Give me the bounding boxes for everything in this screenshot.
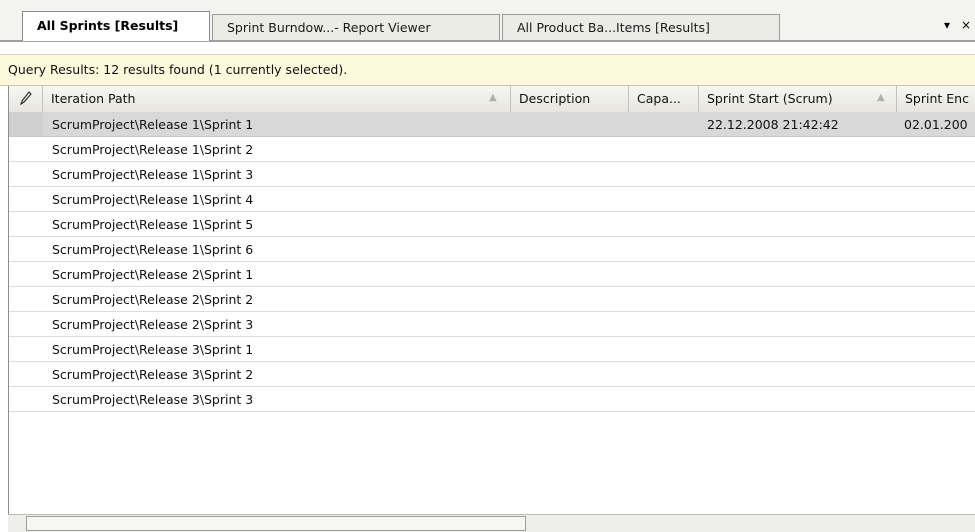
iteration-path-cell: ScrumProject\Release 2\Sprint 2 xyxy=(52,292,254,307)
iteration-path-cell: ScrumProject\Release 1\Sprint 2 xyxy=(52,142,254,157)
iteration-path-cell: ScrumProject\Release 3\Sprint 3 xyxy=(52,392,254,407)
iteration-path-cell: ScrumProject\Release 1\Sprint 5 xyxy=(52,217,254,232)
tab-label: All Sprints [Results] xyxy=(37,18,179,33)
row-selector[interactable] xyxy=(9,237,43,261)
sprint-end-cell: 02.01.200 xyxy=(904,117,968,132)
sprint-start-cell: 22.12.2008 21:42:42 xyxy=(707,117,839,132)
iteration-path-cell: ScrumProject\Release 1\Sprint 4 xyxy=(52,192,254,207)
query-status-bar: Query Results: 12 results found (1 curre… xyxy=(0,54,975,86)
iteration-path-cell: ScrumProject\Release 1\Sprint 6 xyxy=(52,242,254,257)
sort-ascending-icon: ▲ xyxy=(489,92,497,103)
query-results-grid[interactable]: Iteration Path ▲ Description Capa... Spr… xyxy=(8,86,975,514)
column-header-description[interactable]: Description xyxy=(511,86,629,112)
column-header-iteration-path[interactable]: Iteration Path ▲ xyxy=(43,86,511,112)
table-row[interactable]: ScrumProject\Release 1\Sprint 5 xyxy=(9,212,975,237)
column-header-label: Iteration Path xyxy=(51,91,136,106)
tab-label: All Product Ba...Items [Results] xyxy=(517,20,710,35)
column-header-sprint-start[interactable]: Sprint Start (Scrum) ▲ xyxy=(699,86,897,112)
row-selector[interactable] xyxy=(9,287,43,311)
row-selector[interactable] xyxy=(9,112,43,136)
table-row[interactable]: ScrumProject\Release 2\Sprint 2 xyxy=(9,287,975,312)
table-row[interactable]: ScrumProject\Release 2\Sprint 1 xyxy=(9,262,975,287)
iteration-path-cell: ScrumProject\Release 1\Sprint 1 xyxy=(52,117,254,132)
pencil-icon xyxy=(19,91,32,106)
row-selector[interactable] xyxy=(9,337,43,361)
table-row[interactable]: ScrumProject\Release 2\Sprint 3 xyxy=(9,312,975,337)
grid-header: Iteration Path ▲ Description Capa... Spr… xyxy=(9,86,975,113)
iteration-path-cell: ScrumProject\Release 3\Sprint 1 xyxy=(52,342,254,357)
iteration-path-cell: ScrumProject\Release 1\Sprint 3 xyxy=(52,167,254,182)
tab-dropdown-icon[interactable]: ▾ xyxy=(944,18,950,32)
row-selector[interactable] xyxy=(9,387,43,411)
iteration-path-cell: ScrumProject\Release 2\Sprint 1 xyxy=(52,267,254,282)
table-row[interactable]: ScrumProject\Release 1\Sprint 3 xyxy=(9,162,975,187)
close-icon[interactable]: × xyxy=(961,18,971,32)
column-header-sprint-end[interactable]: Sprint Enc xyxy=(897,86,975,112)
tab-all-product-backlog-items-results[interactable]: All Product Ba...Items [Results] xyxy=(502,14,780,40)
iteration-path-cell: ScrumProject\Release 3\Sprint 2 xyxy=(52,367,254,382)
scrollbar-thumb[interactable] xyxy=(26,516,526,531)
row-selector[interactable] xyxy=(9,362,43,386)
column-header-label: Sprint Start (Scrum) xyxy=(707,91,833,106)
table-row[interactable]: ScrumProject\Release 1\Sprint 4 xyxy=(9,187,975,212)
table-row[interactable]: ScrumProject\Release 1\Sprint 6 xyxy=(9,237,975,262)
tab-label: Sprint Burndow...- Report Viewer xyxy=(227,20,431,35)
iteration-path-cell: ScrumProject\Release 2\Sprint 3 xyxy=(52,317,254,332)
table-row[interactable]: ScrumProject\Release 1\Sprint 1 22.12.20… xyxy=(9,112,975,137)
row-selector[interactable] xyxy=(9,162,43,186)
table-row[interactable]: ScrumProject\Release 3\Sprint 1 xyxy=(9,337,975,362)
column-header-label: Sprint Enc xyxy=(905,91,969,106)
tab-all-sprints-results[interactable]: All Sprints [Results] xyxy=(22,11,210,41)
row-selector[interactable] xyxy=(9,187,43,211)
column-header-label: Capa... xyxy=(637,91,681,106)
table-row[interactable]: ScrumProject\Release 3\Sprint 3 xyxy=(9,387,975,412)
column-header-capacity[interactable]: Capa... xyxy=(629,86,699,112)
table-row[interactable]: ScrumProject\Release 3\Sprint 2 xyxy=(9,362,975,387)
document-tab-strip: All Sprints [Results] Sprint Burndow...-… xyxy=(0,0,975,41)
column-header-edit[interactable] xyxy=(9,86,43,112)
tab-sprint-burndown-report-viewer[interactable]: Sprint Burndow...- Report Viewer xyxy=(212,14,500,40)
row-selector[interactable] xyxy=(9,312,43,336)
row-selector[interactable] xyxy=(9,137,43,161)
horizontal-scrollbar[interactable] xyxy=(8,514,975,532)
row-selector[interactable] xyxy=(9,212,43,236)
sort-ascending-icon: ▲ xyxy=(877,92,885,103)
row-selector[interactable] xyxy=(9,262,43,286)
query-status-text: Query Results: 12 results found (1 curre… xyxy=(8,62,348,77)
grid-rows: ScrumProject\Release 1\Sprint 1 22.12.20… xyxy=(9,112,975,412)
column-header-label: Description xyxy=(519,91,591,106)
table-row[interactable]: ScrumProject\Release 1\Sprint 2 xyxy=(9,137,975,162)
